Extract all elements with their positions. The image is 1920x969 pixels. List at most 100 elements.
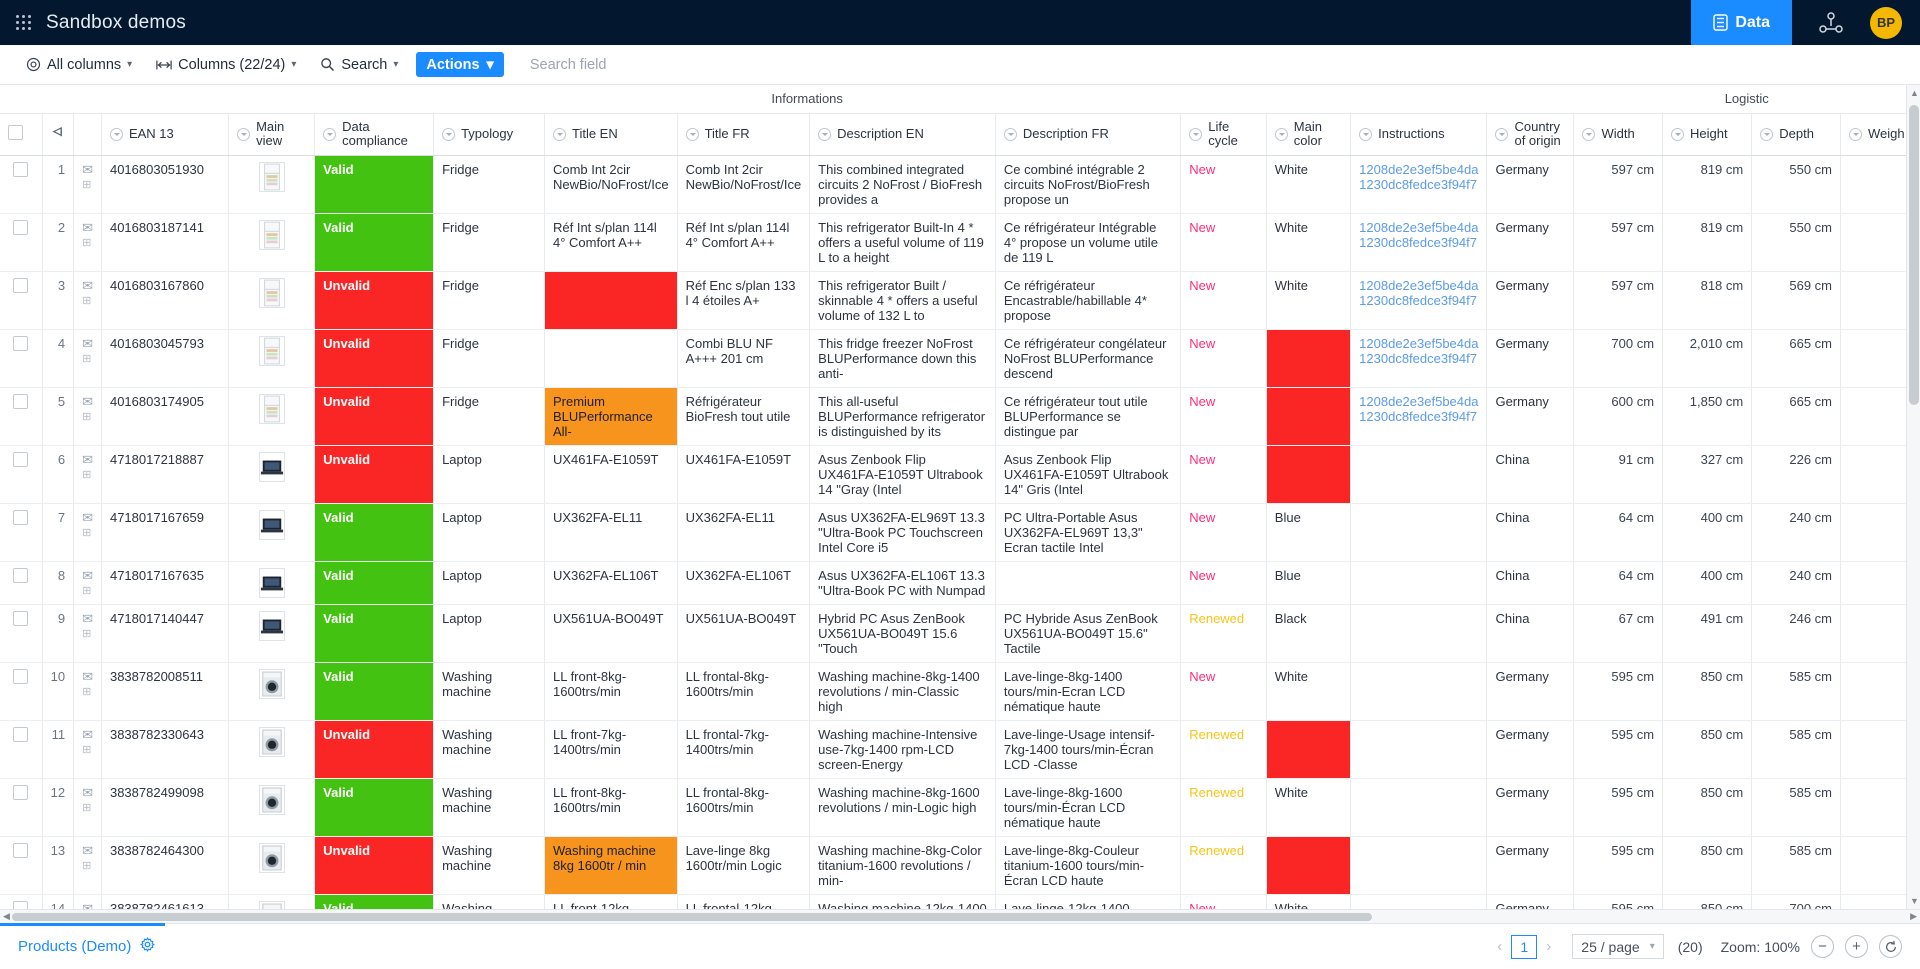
row-action-icons[interactable]: ✉⊞	[74, 605, 102, 663]
table-row[interactable]: 10✉⊞3838782008511ValidWashing machineLL …	[0, 663, 1920, 721]
instructions-link[interactable]: 1208de2e3ef5be4da1230dc8fedce3f94f7	[1359, 394, 1478, 424]
detail-icon[interactable]: ⊞	[82, 410, 93, 423]
scroll-down-arrow[interactable]: ▼	[1910, 896, 1919, 906]
cell-main-view[interactable]	[229, 330, 315, 388]
detail-icon[interactable]: ⊞	[82, 627, 93, 640]
row-action-icons[interactable]: ✉⊞	[74, 156, 102, 214]
cell-main-view[interactable]	[229, 156, 315, 214]
row-select-cell[interactable]	[0, 330, 42, 388]
sort-icon[interactable]	[818, 128, 831, 141]
detail-icon[interactable]: ⊞	[82, 526, 93, 539]
sort-icon[interactable]	[1359, 128, 1372, 141]
cell-main-view[interactable]	[229, 721, 315, 779]
apps-grid-icon[interactable]	[14, 13, 34, 33]
detail-icon[interactable]: ⊞	[82, 801, 93, 814]
row-action-icons[interactable]: ✉⊞	[74, 330, 102, 388]
row-checkbox[interactable]	[13, 278, 28, 293]
cell-main-view[interactable]	[229, 605, 315, 663]
sort-icon[interactable]	[686, 128, 699, 141]
row-select-cell[interactable]	[0, 605, 42, 663]
cell-main-view[interactable]	[229, 214, 315, 272]
table-row[interactable]: 8✉⊞4718017167635ValidLaptopUX362FA-EL106…	[0, 562, 1920, 605]
table-row[interactable]: 11✉⊞3838782330643UnvalidWashing machineL…	[0, 721, 1920, 779]
detail-icon[interactable]: ⊞	[82, 859, 93, 872]
refresh-icon[interactable]	[1879, 935, 1902, 958]
table-row[interactable]: 4✉⊞4016803045793UnvalidFridgeCombi BLU N…	[0, 330, 1920, 388]
row-select-cell[interactable]	[0, 779, 42, 837]
table-row[interactable]: 3✉⊞4016803167860UnvalidFridgeRéf Enc s/p…	[0, 272, 1920, 330]
sort-icon[interactable]	[1849, 128, 1862, 141]
zoom-out-button[interactable]: −	[1811, 935, 1834, 958]
row-action-icons[interactable]: ✉⊞	[74, 214, 102, 272]
sort-icon[interactable]	[237, 128, 250, 141]
row-checkbox[interactable]	[13, 901, 28, 909]
table-row[interactable]: 13✉⊞3838782464300UnvalidWashing machineW…	[0, 837, 1920, 895]
actions-button[interactable]: Actions ▾	[416, 52, 503, 77]
message-icon[interactable]: ✉	[82, 669, 93, 685]
message-icon[interactable]: ✉	[82, 162, 93, 178]
sort-icon[interactable]	[1004, 128, 1017, 141]
table-row[interactable]: 7✉⊞4718017167659ValidLaptopUX362FA-EL11U…	[0, 504, 1920, 562]
search-dropdown[interactable]: Search ▾	[308, 52, 410, 78]
header-data-compliance[interactable]: Data compliance	[315, 113, 434, 156]
sort-icon[interactable]	[1189, 128, 1202, 141]
row-action-icons[interactable]: ✉⊞	[74, 663, 102, 721]
detail-icon[interactable]: ⊞	[82, 352, 93, 365]
sort-icon[interactable]	[323, 128, 336, 141]
table-row[interactable]: 9✉⊞4718017140447ValidLaptopUX561UA-BO049…	[0, 605, 1920, 663]
row-checkbox[interactable]	[13, 220, 28, 235]
row-action-icons[interactable]: ✉⊞	[74, 837, 102, 895]
row-select-cell[interactable]	[0, 214, 42, 272]
instructions-link[interactable]: 1208de2e3ef5be4da1230dc8fedce3f94f7	[1359, 278, 1478, 308]
sort-icon[interactable]	[553, 128, 566, 141]
row-checkbox[interactable]	[13, 336, 28, 351]
message-icon[interactable]: ✉	[82, 394, 93, 410]
row-select-cell[interactable]	[0, 663, 42, 721]
cell-main-view[interactable]	[229, 562, 315, 605]
row-action-icons[interactable]: ✉⊞	[74, 895, 102, 909]
row-action-icons[interactable]: ✉⊞	[74, 388, 102, 446]
header-height[interactable]: Height	[1663, 113, 1752, 156]
sort-icon[interactable]	[1582, 128, 1595, 141]
row-select-cell[interactable]	[0, 562, 42, 605]
detail-icon[interactable]: ⊞	[82, 294, 93, 307]
header-country-of-origin[interactable]: Country of origin	[1487, 113, 1574, 156]
detail-icon[interactable]: ⊞	[82, 178, 93, 191]
table-row[interactable]: 6✉⊞4718017218887UnvalidLaptopUX461FA-E10…	[0, 446, 1920, 504]
row-action-icons[interactable]: ✉⊞	[74, 779, 102, 837]
next-page-button[interactable]: ›	[1537, 938, 1560, 955]
message-icon[interactable]: ✉	[82, 611, 93, 627]
columns-dropdown[interactable]: Columns (22/24) ▾	[144, 52, 308, 78]
row-select-cell[interactable]	[0, 895, 42, 909]
row-checkbox[interactable]	[13, 611, 28, 626]
detail-icon[interactable]: ⊞	[82, 743, 93, 756]
row-select-cell[interactable]	[0, 504, 42, 562]
row-action-icons[interactable]: ✉⊞	[74, 721, 102, 779]
network-graph-button[interactable]	[1792, 11, 1870, 35]
header-instructions[interactable]: Instructions	[1351, 113, 1487, 156]
data-tab-button[interactable]: Data	[1691, 0, 1792, 45]
vertical-scrollbar[interactable]: ▲ ▼	[1906, 85, 1920, 909]
row-checkbox[interactable]	[13, 510, 28, 525]
sort-icon[interactable]	[1495, 128, 1508, 141]
row-checkbox[interactable]	[13, 568, 28, 583]
message-icon[interactable]: ✉	[82, 843, 93, 859]
zoom-in-button[interactable]: +	[1845, 935, 1868, 958]
sort-icon[interactable]	[442, 128, 455, 141]
header-typology[interactable]: Typology	[434, 113, 545, 156]
header-description-fr[interactable]: Description FR	[995, 113, 1180, 156]
row-checkbox[interactable]	[13, 669, 28, 684]
instructions-link[interactable]: 1208de2e3ef5be4da1230dc8fedce3f94f7	[1359, 162, 1478, 192]
cell-main-view[interactable]	[229, 446, 315, 504]
header-main-view[interactable]: Main view	[229, 113, 315, 156]
message-icon[interactable]: ✉	[82, 336, 93, 352]
table-row[interactable]: 12✉⊞3838782499098ValidWashing machineLL …	[0, 779, 1920, 837]
row-action-icons[interactable]: ✉⊞	[74, 562, 102, 605]
header-title-fr[interactable]: Title FR	[677, 113, 810, 156]
instructions-link[interactable]: 1208de2e3ef5be4da1230dc8fedce3f94f7	[1359, 220, 1478, 250]
vertical-scroll-thumb[interactable]	[1909, 105, 1919, 405]
row-checkbox[interactable]	[13, 727, 28, 742]
gear-icon[interactable]	[140, 937, 155, 957]
instructions-link[interactable]: 1208de2e3ef5be4da1230dc8fedce3f94f7	[1359, 336, 1478, 366]
horizontal-scrollbar[interactable]: ◀ ▶	[0, 909, 1920, 923]
